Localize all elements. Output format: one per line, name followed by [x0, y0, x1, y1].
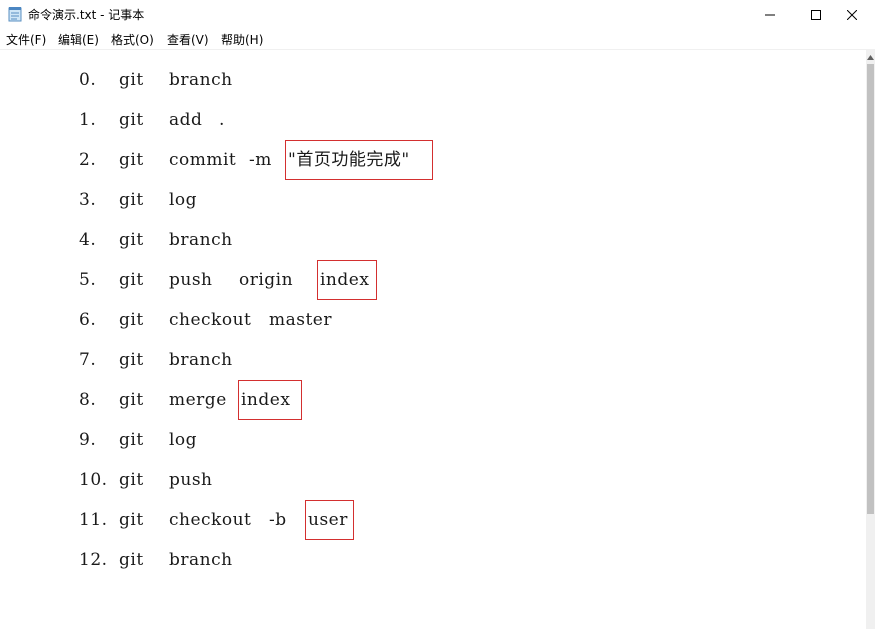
- command-token: master: [269, 310, 332, 330]
- command-token: origin: [239, 270, 294, 290]
- command-token: log: [169, 430, 198, 450]
- menu-help[interactable]: 帮助(H): [221, 31, 263, 48]
- command-token: git: [119, 390, 144, 410]
- line-number: 9.: [79, 430, 97, 450]
- line-number: 10.: [79, 470, 108, 490]
- command-token: commit: [169, 150, 237, 170]
- command-token: push: [169, 470, 213, 490]
- command-token: git: [119, 470, 144, 490]
- scroll-up-button[interactable]: [866, 52, 875, 62]
- line-number: 7.: [79, 350, 97, 370]
- line-number: 12.: [79, 550, 108, 570]
- command-token: git: [119, 110, 144, 130]
- command-token: git: [119, 310, 144, 330]
- line-number: 6.: [79, 310, 97, 330]
- scrollbar-thumb[interactable]: [867, 64, 874, 514]
- menu-bar: 文件(F) 编辑(E) 格式(O) 查看(V) 帮助(H): [0, 29, 875, 50]
- maximize-icon: [811, 9, 821, 20]
- command-token: checkout: [169, 510, 252, 530]
- line-number: 8.: [79, 390, 97, 410]
- line-number: 4.: [79, 230, 97, 250]
- chevron-up-icon: [867, 54, 874, 60]
- command-token: branch: [169, 350, 233, 370]
- command-token: -b: [269, 510, 287, 530]
- window-title: 命令演示.txt - 记事本: [28, 8, 145, 22]
- command-token: log: [169, 190, 198, 210]
- menu-view[interactable]: 查看(V): [167, 31, 209, 48]
- text-editor[interactable]: 0. git branch 1. git add . 2. git commit…: [0, 50, 866, 629]
- command-token: git: [119, 230, 144, 250]
- command-token: git: [119, 70, 144, 90]
- command-token: git: [119, 510, 144, 530]
- line-number: 5.: [79, 270, 97, 290]
- line-number: 3.: [79, 190, 97, 210]
- vertical-scrollbar[interactable]: [866, 50, 875, 629]
- highlighted-branch-name: user: [305, 500, 354, 540]
- menu-file[interactable]: 文件(F): [6, 31, 46, 48]
- command-token: git: [119, 190, 144, 210]
- close-button[interactable]: [829, 0, 875, 29]
- command-token: git: [119, 270, 144, 290]
- close-icon: [847, 9, 857, 20]
- command-token: git: [119, 550, 144, 570]
- command-token: branch: [169, 550, 233, 570]
- minimize-icon: [765, 14, 775, 15]
- command-token: .: [219, 110, 225, 130]
- command-token: branch: [169, 230, 233, 250]
- highlighted-branch-name: index: [238, 380, 302, 420]
- command-token: merge: [169, 390, 227, 410]
- command-token: git: [119, 150, 144, 170]
- menu-format[interactable]: 格式(O): [111, 31, 154, 48]
- line-number: 2.: [79, 150, 97, 170]
- command-token: git: [119, 350, 144, 370]
- command-token: -m: [249, 150, 272, 170]
- highlighted-commit-message: "首页功能完成": [285, 140, 433, 180]
- command-token: push: [169, 270, 213, 290]
- notepad-icon: [8, 7, 22, 22]
- line-number: 11.: [79, 510, 108, 530]
- command-token: add: [169, 110, 203, 130]
- command-token: checkout: [169, 310, 252, 330]
- minimize-button[interactable]: [747, 0, 793, 29]
- line-number: 1.: [79, 110, 97, 130]
- command-token: git: [119, 430, 144, 450]
- title-bar[interactable]: 命令演示.txt - 记事本: [0, 0, 875, 29]
- menu-edit[interactable]: 编辑(E): [58, 31, 99, 48]
- command-token: branch: [169, 70, 233, 90]
- highlighted-branch-name: index: [317, 260, 377, 300]
- line-number: 0.: [79, 70, 97, 90]
